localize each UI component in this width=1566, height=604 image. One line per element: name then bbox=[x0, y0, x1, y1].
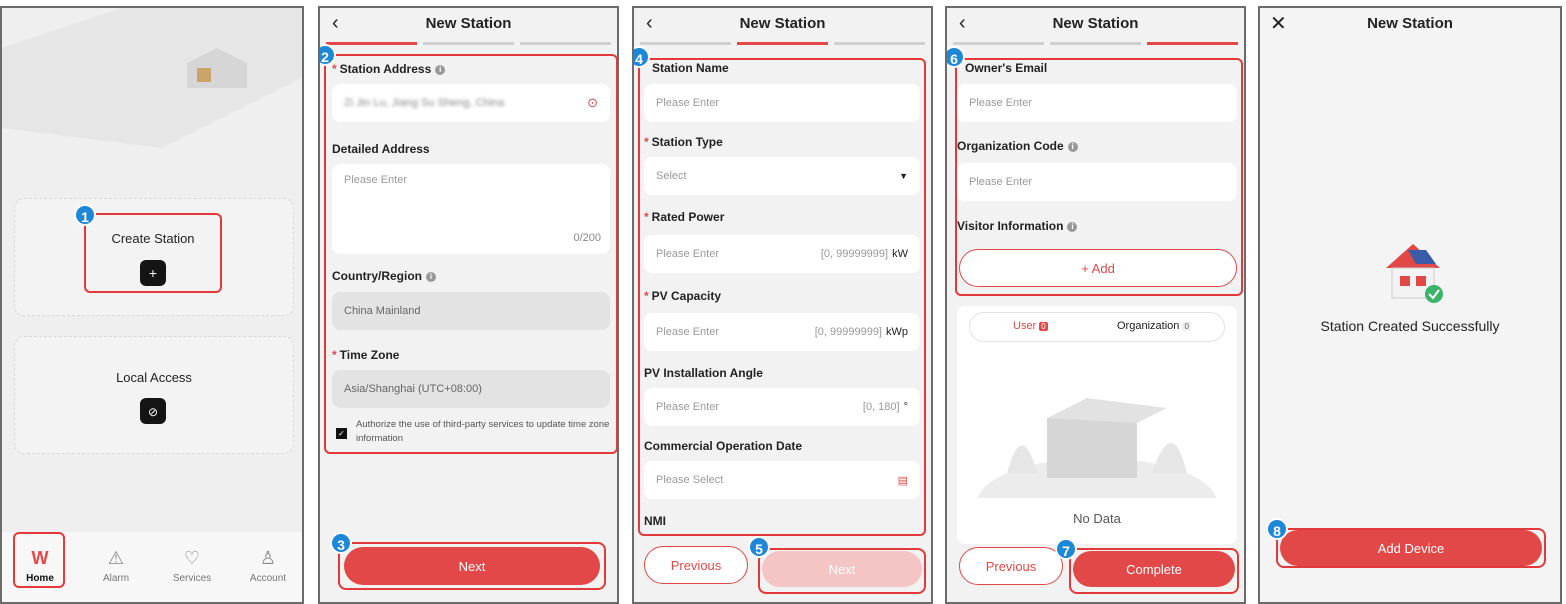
new-station-step3: ‹ New Station 6 Owner's Email Please Ent… bbox=[945, 6, 1246, 604]
owner-email-input[interactable]: Please Enter bbox=[957, 84, 1237, 122]
info-icon: i bbox=[1067, 141, 1078, 152]
tab-services[interactable]: ♡ Services bbox=[162, 548, 222, 584]
station-address-label: * Station Address i bbox=[332, 62, 446, 76]
char-counter: 0/200 bbox=[573, 232, 601, 244]
station-name-input[interactable]: Please Enter bbox=[644, 84, 920, 122]
step-badge-1: 1 bbox=[74, 204, 96, 226]
time-zone-field: Asia/Shanghai (UTC+08:00) bbox=[332, 370, 610, 408]
step-indicator bbox=[947, 42, 1244, 45]
local-access-label: Local Access bbox=[116, 370, 192, 385]
station-type-select[interactable]: Select ▼ bbox=[644, 157, 920, 195]
tab-user[interactable]: User 0 bbox=[1013, 320, 1048, 332]
nmi-label: NMI bbox=[644, 514, 666, 528]
calendar-icon[interactable]: ▤ bbox=[898, 474, 908, 487]
house-illustration bbox=[2, 8, 302, 148]
previous-button[interactable]: Previous bbox=[644, 546, 748, 584]
add-visitor-button[interactable]: + Add bbox=[959, 249, 1237, 287]
next-button[interactable]: Next bbox=[344, 547, 600, 585]
home-screen: 1 Create Station + Local Access ⊘ W Home… bbox=[0, 6, 304, 604]
owner-email-label: Owner's Email bbox=[965, 61, 1048, 75]
step-badge-8: 8 bbox=[1266, 518, 1288, 540]
pv-capacity-input[interactable]: Please Enter [0, 99999999] kWp bbox=[644, 313, 920, 351]
page-title: New Station bbox=[739, 15, 826, 32]
page-title: New Station bbox=[1367, 15, 1453, 32]
info-icon: i bbox=[435, 64, 446, 75]
previous-button[interactable]: Previous bbox=[959, 547, 1063, 585]
tab-organization[interactable]: Organization 0 bbox=[1117, 320, 1191, 332]
tab-home[interactable]: W Home bbox=[10, 548, 70, 584]
station-type-label: * Station Type bbox=[644, 135, 723, 149]
success-message: Station Created Successfully bbox=[1320, 318, 1500, 334]
authorize-text: Authorize the use of third-party service… bbox=[356, 419, 610, 444]
rated-power-input[interactable]: Please Enter [0, 99999999] kW bbox=[644, 235, 920, 273]
page-title: New Station bbox=[425, 15, 512, 32]
add-device-button[interactable]: Add Device bbox=[1280, 530, 1542, 566]
house-success-icon bbox=[1386, 244, 1443, 303]
location-pin-icon[interactable]: ⊙ bbox=[587, 95, 598, 111]
account-icon: ♙ bbox=[259, 548, 277, 568]
local-access-card bbox=[14, 336, 294, 454]
empty-box-illustration bbox=[977, 398, 1217, 498]
pv-angle-input[interactable]: Please Enter [0, 180] ° bbox=[644, 388, 920, 426]
detailed-address-label: Detailed Address bbox=[332, 142, 430, 156]
new-station-step1: ‹ New Station 2 * Station Address i Zi Jin… bbox=[318, 6, 619, 604]
country-region-field: China Mainland bbox=[332, 292, 610, 330]
user-count-badge: 0 bbox=[1039, 322, 1048, 331]
next-button[interactable]: Next bbox=[762, 551, 922, 587]
cod-input[interactable]: Please Select ▤ bbox=[644, 461, 920, 499]
cod-label: Commercial Operation Date bbox=[644, 439, 803, 453]
station-created-screen: ✕ New Station Station Created Successful… bbox=[1258, 6, 1562, 604]
dropdown-arrow-icon: ▼ bbox=[899, 171, 908, 181]
step-badge-7: 7 bbox=[1055, 538, 1077, 560]
link-icon: ⊘ bbox=[147, 405, 159, 419]
tab-services-label: Services bbox=[172, 573, 212, 584]
info-icon: i bbox=[1067, 221, 1078, 232]
step-badge-5: 5 bbox=[748, 536, 770, 558]
tab-account-label: Account bbox=[249, 573, 287, 584]
no-data-text: No Data bbox=[1073, 511, 1121, 526]
detailed-address-input[interactable]: Please Enter bbox=[332, 164, 610, 254]
local-access-button[interactable]: ⊘ bbox=[140, 398, 166, 424]
authorize-checkbox[interactable]: ✓ bbox=[336, 428, 347, 439]
station-name-label: Station Name bbox=[652, 61, 729, 75]
step-indicator bbox=[634, 42, 931, 45]
country-region-label: Country/Region i bbox=[332, 269, 436, 283]
step-indicator bbox=[320, 42, 617, 45]
visitor-info-label: Visitor Information i bbox=[957, 219, 1078, 233]
home-icon: W bbox=[31, 548, 49, 568]
create-station-button[interactable]: + bbox=[140, 260, 166, 286]
pv-capacity-label: * PV Capacity bbox=[644, 289, 722, 303]
services-icon: ♡ bbox=[183, 548, 201, 568]
pv-angle-label: PV Installation Angle bbox=[644, 366, 763, 380]
bottom-tab-bar: W Home ⚠ Alarm ♡ Services ♙ Account bbox=[2, 532, 302, 602]
step-badge-3: 3 bbox=[330, 532, 352, 554]
info-icon: i bbox=[426, 271, 436, 282]
header: ✕ New Station bbox=[1260, 8, 1560, 44]
detailed-address-placeholder: Please Enter bbox=[344, 174, 407, 186]
tab-home-label: Home bbox=[26, 573, 54, 584]
header: ‹ New Station bbox=[947, 8, 1244, 44]
station-address-value: Zi Jin Lu, Jiang Su Sheng, China bbox=[344, 97, 505, 109]
complete-button[interactable]: Complete bbox=[1073, 551, 1235, 587]
time-zone-label: * Time Zone bbox=[332, 348, 400, 362]
org-code-label: Organization Code i bbox=[957, 139, 1078, 153]
page-title: New Station bbox=[1052, 15, 1139, 32]
header: ‹ New Station bbox=[634, 8, 931, 44]
new-station-step2: ‹ New Station 4 Station Name Please Ente… bbox=[632, 6, 933, 604]
tab-account[interactable]: ♙ Account bbox=[238, 548, 298, 584]
org-count-badge: 0 bbox=[1182, 322, 1191, 331]
tab-alarm[interactable]: ⚠ Alarm bbox=[86, 548, 146, 584]
create-station-label: Create Station bbox=[111, 231, 195, 246]
header: ‹ New Station bbox=[320, 8, 617, 44]
rated-power-label: * Rated Power bbox=[644, 210, 725, 224]
org-code-input[interactable]: Please Enter bbox=[957, 163, 1237, 201]
station-address-field[interactable]: Zi Jin Lu, Jiang Su Sheng, China ⊙ bbox=[332, 84, 610, 122]
tab-alarm-label: Alarm bbox=[102, 573, 130, 584]
plus-icon: + bbox=[148, 265, 158, 281]
alarm-icon: ⚠ bbox=[107, 548, 125, 568]
